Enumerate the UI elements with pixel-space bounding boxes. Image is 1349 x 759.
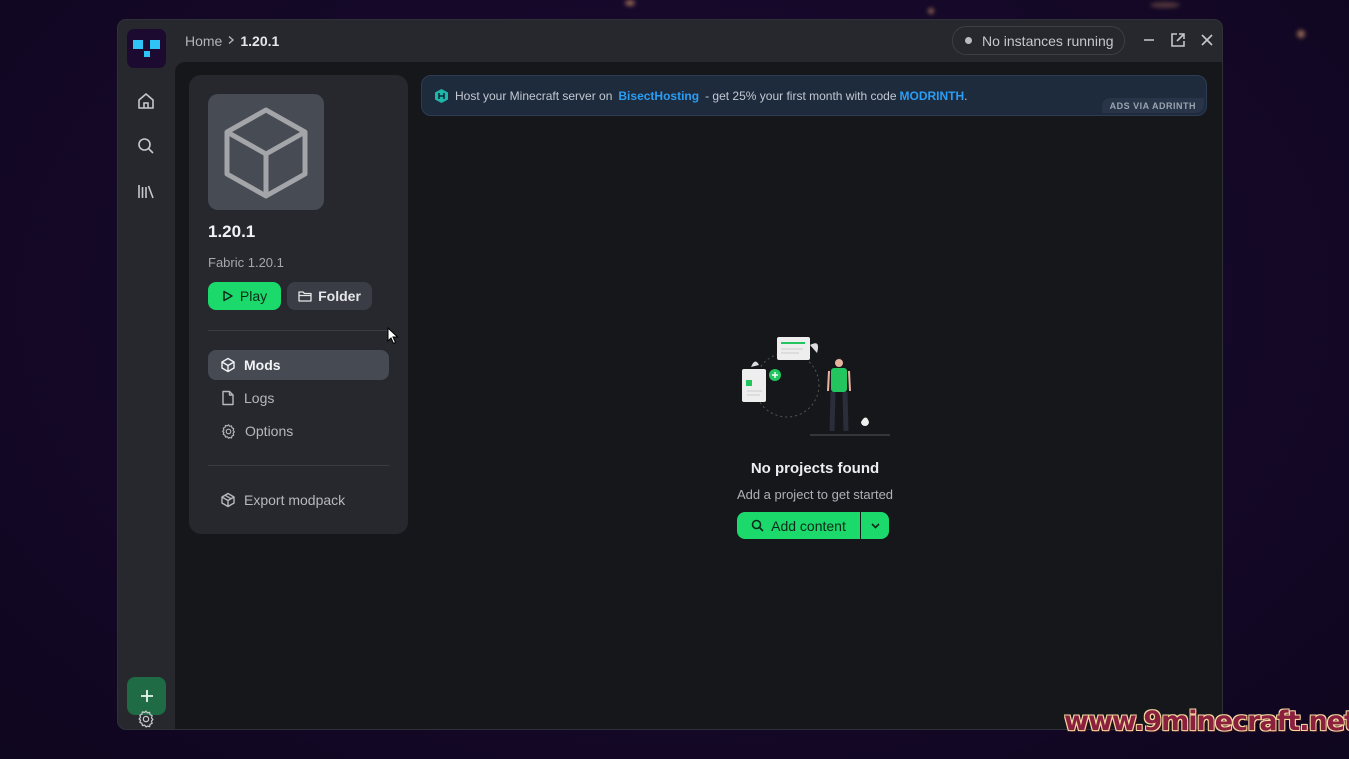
cube-icon bbox=[221, 357, 235, 373]
instance-image bbox=[208, 94, 324, 210]
settings-button[interactable] bbox=[135, 708, 157, 729]
tab-logs-label: Logs bbox=[244, 390, 275, 406]
ad-link-bisecthosting[interactable]: BisectHosting bbox=[618, 89, 699, 103]
sidebar-item-search[interactable] bbox=[135, 135, 157, 157]
status-text: No instances running bbox=[982, 32, 1114, 49]
status-dot-icon bbox=[965, 37, 972, 44]
sidebar-item-home[interactable] bbox=[135, 90, 157, 112]
export-modpack-label: Export modpack bbox=[244, 492, 346, 508]
cube-icon bbox=[224, 107, 308, 199]
package-icon bbox=[221, 492, 235, 508]
ad-link-code[interactable]: MODRINTH bbox=[900, 89, 965, 103]
empty-illustration bbox=[742, 337, 890, 436]
empty-subtitle: Add a project to get started bbox=[736, 487, 894, 502]
folder-label: Folder bbox=[318, 288, 361, 304]
breadcrumb: Home 1.20.1 bbox=[185, 33, 279, 49]
tab-mods[interactable]: Mods bbox=[208, 350, 389, 380]
ad-banner[interactable]: Host your Minecraft server on BisectHost… bbox=[421, 75, 1207, 116]
folder-icon bbox=[298, 291, 312, 302]
add-content-dropdown[interactable] bbox=[861, 512, 889, 539]
home-icon bbox=[138, 93, 154, 109]
search-icon bbox=[138, 138, 154, 154]
tab-options-label: Options bbox=[245, 423, 294, 439]
add-content-label: Add content bbox=[771, 517, 846, 534]
export-modpack-button[interactable]: Export modpack bbox=[208, 485, 389, 515]
divider bbox=[208, 330, 389, 331]
play-label: Play bbox=[239, 288, 268, 304]
app-window: Home 1.20.1 No instances running 1.20.1 … bbox=[118, 20, 1222, 729]
instance-name: 1.20.1 bbox=[208, 222, 256, 241]
breadcrumb-current: 1.20.1 bbox=[240, 33, 280, 49]
gear-icon bbox=[222, 423, 235, 439]
play-button[interactable]: Play bbox=[208, 282, 281, 310]
popout-button[interactable] bbox=[1169, 31, 1187, 49]
ad-text-end: . bbox=[964, 88, 968, 103]
tab-mods-label: Mods bbox=[244, 357, 281, 373]
external-window-icon bbox=[1171, 33, 1185, 47]
mouse-cursor-icon bbox=[387, 327, 399, 345]
tab-options[interactable]: Options bbox=[208, 416, 389, 446]
title-bar: Home 1.20.1 No instances running bbox=[118, 20, 1222, 68]
divider bbox=[208, 465, 389, 466]
empty-title: No projects found bbox=[750, 460, 880, 477]
close-icon bbox=[1201, 34, 1213, 46]
plus-icon bbox=[140, 690, 153, 702]
chevron-down-icon bbox=[870, 523, 880, 529]
watermark: www.9minecraft.net bbox=[1064, 706, 1349, 737]
chevron-right-icon bbox=[226, 34, 236, 48]
add-content-button[interactable]: Add content bbox=[737, 512, 860, 539]
file-icon bbox=[222, 390, 234, 406]
ad-text-middle: - get 25% your first month with code bbox=[705, 88, 897, 103]
sidebar-nav bbox=[118, 62, 175, 729]
tab-logs[interactable]: Logs bbox=[208, 383, 389, 413]
play-icon bbox=[223, 290, 233, 302]
minimize-button[interactable] bbox=[1140, 31, 1158, 49]
instance-panel: 1.20.1 Fabric 1.20.1 Play Folder Mods Lo… bbox=[189, 75, 408, 534]
main-content: 1.20.1 Fabric 1.20.1 Play Folder Mods Lo… bbox=[175, 62, 1222, 729]
search-icon bbox=[751, 519, 764, 532]
sidebar-item-library[interactable] bbox=[135, 180, 157, 202]
instance-loader: Fabric 1.20.1 bbox=[208, 255, 284, 270]
library-icon bbox=[138, 185, 154, 199]
breadcrumb-home[interactable]: Home bbox=[185, 33, 222, 49]
bisecthosting-logo-icon bbox=[435, 88, 448, 103]
add-content-split-button: Add content bbox=[737, 512, 889, 539]
running-status[interactable]: No instances running bbox=[952, 26, 1125, 55]
ad-tag: ADS VIA ADRINTH bbox=[1101, 98, 1204, 113]
close-button[interactable] bbox=[1198, 31, 1216, 49]
gear-icon bbox=[138, 710, 154, 728]
minimize-icon bbox=[1144, 39, 1154, 41]
ad-text-before: Host your Minecraft server on bbox=[455, 88, 613, 103]
folder-button[interactable]: Folder bbox=[287, 282, 372, 310]
